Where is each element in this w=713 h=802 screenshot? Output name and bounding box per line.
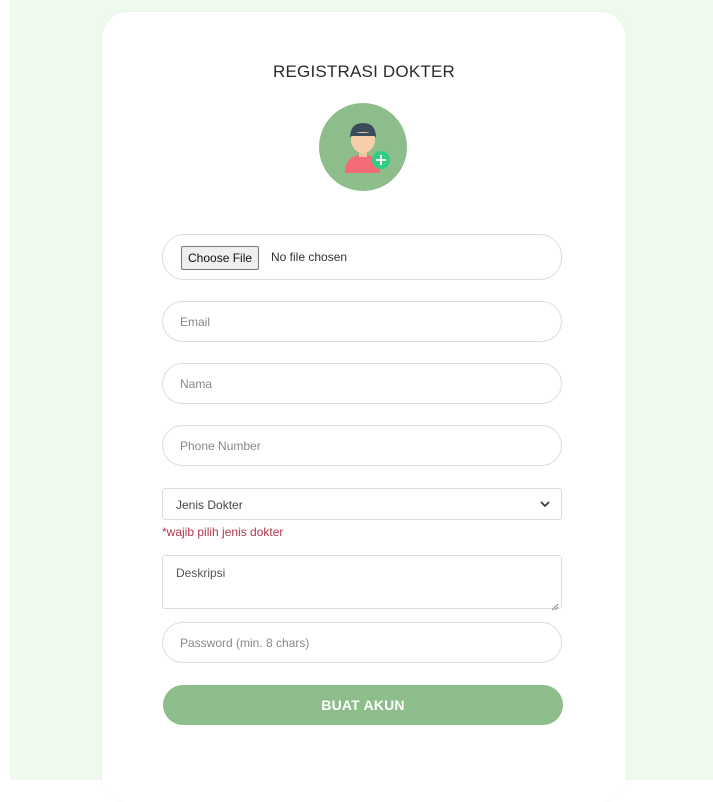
- nama-field-wrapper: [162, 363, 562, 404]
- chevron-down-icon: [539, 497, 551, 509]
- buat-akun-button[interactable]: BUAT AKUN: [163, 685, 563, 725]
- jenis-dokter-warning: *wajib pilih jenis dokter: [162, 525, 284, 539]
- email-field-wrapper: [162, 301, 562, 342]
- jenis-dokter-selected-value: Jenis Dokter: [176, 498, 243, 512]
- registration-card: REGISTRASI DOKTER Choose File No file ch…: [102, 12, 626, 802]
- file-status-text: No file chosen: [271, 250, 348, 264]
- resize-grip-icon[interactable]: [551, 598, 559, 611]
- deskripsi-placeholder: Deskripsi: [176, 566, 226, 580]
- phone-field-wrapper: [162, 425, 562, 466]
- deskripsi-textarea[interactable]: Deskripsi: [162, 555, 562, 611]
- choose-file-button[interactable]: Choose File: [181, 246, 260, 270]
- nama-field[interactable]: [163, 364, 561, 403]
- email-field[interactable]: [163, 302, 561, 341]
- password-field[interactable]: [163, 623, 561, 662]
- profile-photo-upload[interactable]: Choose File No file chosen: [162, 234, 562, 280]
- doctor-add-user-icon: [319, 103, 407, 191]
- page-title: REGISTRASI DOKTER: [273, 62, 455, 81]
- phone-number-field[interactable]: [163, 426, 561, 465]
- jenis-dokter-select[interactable]: Jenis Dokter: [162, 488, 562, 520]
- password-field-wrapper: [162, 622, 562, 663]
